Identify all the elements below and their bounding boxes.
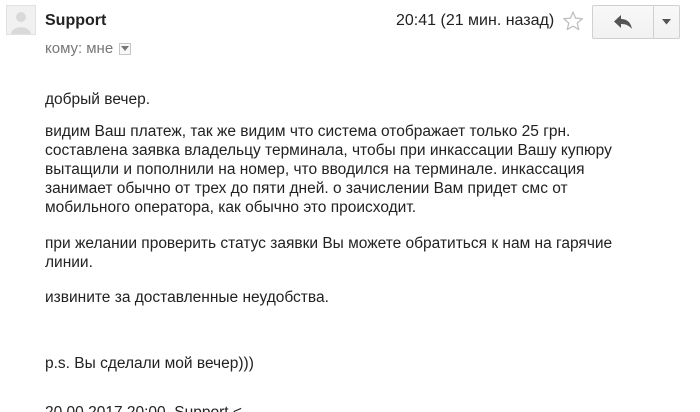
quoted-message-header: 20.00.2017 20:00, Support < bbox=[45, 404, 242, 412]
message-timestamp: 20:41 (21 мин. назад) bbox=[396, 12, 555, 29]
greeting-text: добрый вечер. bbox=[45, 91, 151, 108]
message-paragraph: видим Ваш платеж, так же видим что систе… bbox=[45, 123, 612, 216]
message-paragraph: при желании проверить статус заявки Вы м… bbox=[45, 235, 613, 271]
reply-arrow-icon bbox=[614, 15, 632, 29]
star-button[interactable] bbox=[562, 10, 584, 32]
email-message-view: Support кому: мне 20:41 (21 мин. назад) … bbox=[0, 0, 700, 412]
sender-name[interactable]: Support bbox=[45, 12, 106, 30]
avatar[interactable] bbox=[6, 5, 36, 35]
reply-button[interactable] bbox=[593, 6, 654, 38]
reply-button-group bbox=[592, 5, 680, 39]
default-avatar-icon bbox=[7, 6, 35, 34]
chevron-down-icon bbox=[121, 45, 130, 51]
to-label: кому: bbox=[45, 40, 83, 57]
message-paragraph: извините за доставленные неудобства. bbox=[45, 289, 329, 306]
more-actions-button[interactable] bbox=[654, 6, 679, 38]
dropdown-caret-icon bbox=[662, 19, 671, 25]
recipient-name: мне bbox=[86, 40, 114, 57]
recipient-row: кому: мне bbox=[45, 40, 132, 57]
star-outline-icon bbox=[563, 11, 583, 31]
postscript-text: p.s. Вы сделали мой вечер))) bbox=[45, 355, 254, 372]
show-details-button[interactable] bbox=[119, 42, 132, 55]
